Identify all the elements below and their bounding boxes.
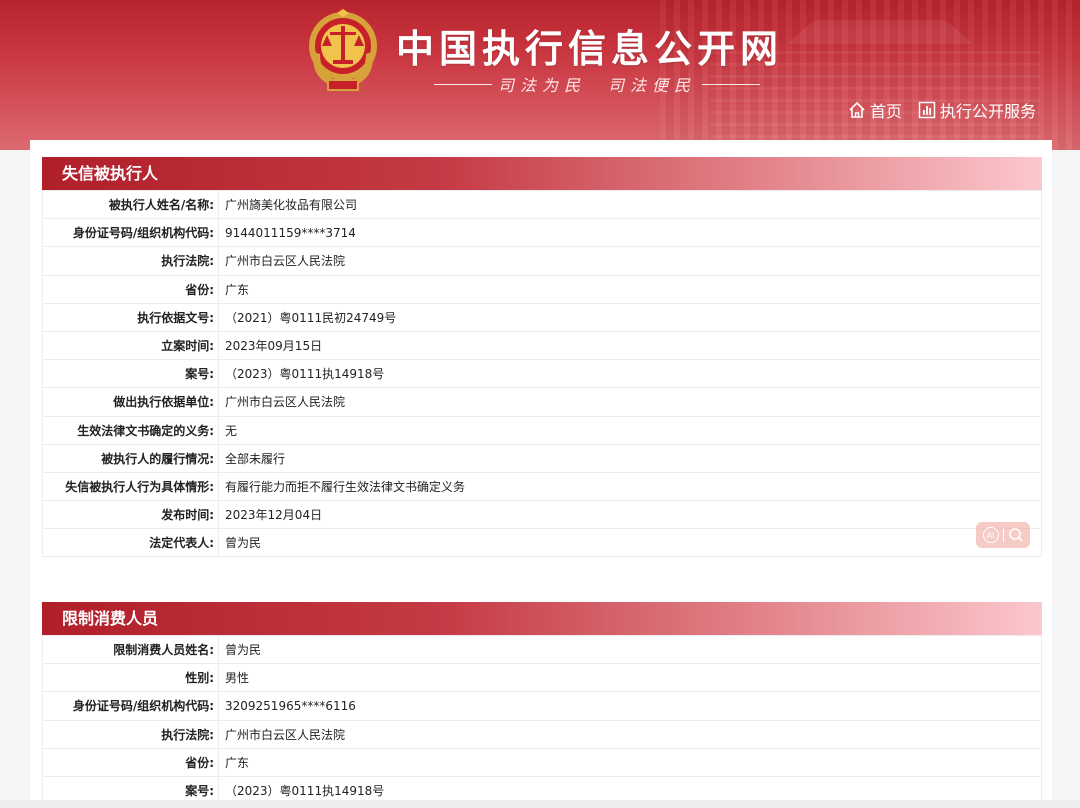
field-value: 广州旖美化妆品有限公司: [218, 189, 1042, 220]
field-value: 曾为民: [218, 528, 1042, 558]
field-label: 生效法律文书确定的义务:: [42, 415, 219, 445]
field-value: （2021）粤0111民初24749号: [218, 302, 1042, 332]
chart-icon: [918, 101, 936, 119]
field-label: 被执行人的履行情况:: [42, 443, 219, 473]
field-value: （2023）粤0111执14918号: [218, 359, 1042, 389]
field-value: 广东: [218, 274, 1042, 304]
home-icon: [849, 101, 865, 118]
site-header: 中国执行信息公开网 司法为民 司法便民 首页 执行公开服务: [0, 0, 1080, 150]
section-title: 限制消费人员: [42, 602, 1042, 635]
table-row: 被执行人的履行情况: 全部未履行: [42, 443, 1042, 473]
table-row: 身份证号码/组织机构代码: 9144011159****3714: [42, 218, 1042, 248]
field-value: 3209251965****6116: [218, 691, 1042, 721]
table-row: 案号: （2023）粤0111执14918号: [42, 359, 1042, 389]
table-row: 执行法院: 广州市白云区人民法院: [42, 246, 1042, 276]
table-row: 法定代表人: 曾为民: [42, 528, 1042, 558]
field-label: 身份证号码/组织机构代码:: [42, 691, 219, 721]
bottom-strip: [0, 800, 1080, 808]
table-row: 执行法院: 广州市白云区人民法院: [42, 719, 1042, 749]
site-title: 中国执行信息公开网: [396, 27, 784, 71]
table-row: 限制消费人员姓名: 曾为民: [42, 634, 1042, 665]
table-row: 省份: 广东: [42, 274, 1042, 304]
table-row: 失信被执行人行为具体情形: 有履行能力而拒不履行生效法律文书确定义务: [42, 471, 1042, 502]
table-row: 生效法律文书确定的义务: 无: [42, 415, 1042, 445]
table-row: 发布时间: 2023年12月04日: [42, 500, 1042, 530]
nav-enforcement-service[interactable]: 执行公开服务: [918, 98, 1036, 122]
slogan-divider: [434, 83, 492, 85]
field-value: 全部未履行: [218, 443, 1042, 473]
field-value: 广州市白云区人民法院: [218, 719, 1042, 749]
field-label: 失信被执行人行为具体情形:: [42, 471, 219, 502]
field-value: 广州市白云区人民法院: [218, 387, 1042, 417]
content-panel: 失信被执行人 被执行人姓名/名称: 广州旖美化妆品有限公司 身份证号码/组织机构代码…: [30, 140, 1052, 808]
field-label: 发布时间:: [42, 500, 219, 530]
table-row: 被执行人姓名/名称: 广州旖美化妆品有限公司: [42, 189, 1042, 220]
nav-home-label: 首页: [869, 102, 902, 121]
field-label: 做出执行依据单位:: [42, 387, 219, 417]
table-row: 省份: 广东: [42, 747, 1042, 777]
table-row: 做出执行依据单位: 广州市白云区人民法院: [42, 387, 1042, 417]
field-label: 执行法院:: [42, 246, 219, 276]
court-emblem-icon: [309, 9, 377, 91]
field-label: 立案时间:: [42, 330, 219, 361]
site-slogan: 司法为民 司法便民: [428, 72, 766, 96]
field-value: 有履行能力而拒不履行生效法律文书确定义务: [218, 471, 1042, 502]
field-value: 2023年09月15日: [218, 330, 1042, 361]
field-label: 法定代表人:: [42, 528, 219, 558]
dishonest-debtor-section: 失信被执行人 被执行人姓名/名称: 广州旖美化妆品有限公司 身份证号码/组织机构代码…: [42, 157, 1042, 558]
restricted-consumer-table: 限制消费人员姓名: 曾为民 性别: 男性 身份证号码/组织机构代码: 3209251965…: [42, 634, 1042, 806]
field-label: 被执行人姓名/名称:: [42, 189, 219, 220]
slogan-divider: [702, 83, 761, 85]
field-label: 省份:: [42, 274, 219, 304]
section-title: 失信被执行人: [42, 157, 1042, 190]
field-value: 9144011159****3714: [218, 218, 1042, 248]
field-label: 省份:: [42, 747, 219, 777]
ai-icon[interactable]: AI: [982, 527, 999, 543]
field-label: 身份证号码/组织机构代码:: [42, 218, 219, 248]
field-label: 执行依据文号:: [42, 302, 219, 332]
slogan-text: 司法为民 司法便民: [498, 76, 697, 95]
field-label: 性别:: [42, 663, 219, 693]
field-value: 2023年12月04日: [218, 500, 1042, 530]
top-nav: 首页 执行公开服务: [848, 98, 1036, 122]
restricted-consumer-section: 限制消费人员 限制消费人员姓名: 曾为民 性别: 男性 身份证号码/组织机构代码: 320…: [42, 602, 1042, 806]
nav-home[interactable]: 首页: [848, 98, 902, 122]
field-value: 男性: [218, 663, 1042, 693]
nav-service-label: 执行公开服务: [939, 102, 1036, 121]
table-row: 立案时间: 2023年09月15日: [42, 330, 1042, 361]
dishonest-debtor-table: 被执行人姓名/名称: 广州旖美化妆品有限公司 身份证号码/组织机构代码: 914401…: [42, 189, 1042, 558]
ai-search-badge[interactable]: AI: [976, 522, 1030, 548]
table-row: 身份证号码/组织机构代码: 3209251965****6116: [42, 691, 1042, 721]
field-label: 限制消费人员姓名:: [42, 634, 219, 665]
table-row: 性别: 男性: [42, 663, 1042, 693]
field-value: 广东: [218, 747, 1042, 777]
field-value: 无: [218, 415, 1042, 445]
field-value: 广州市白云区人民法院: [218, 246, 1042, 276]
field-label: 执行法院:: [42, 719, 219, 749]
search-icon[interactable]: [1008, 527, 1024, 543]
badge-divider: [1002, 528, 1004, 542]
field-value: 曾为民: [218, 634, 1042, 665]
table-row: 执行依据文号: （2021）粤0111民初24749号: [42, 302, 1042, 332]
field-label: 案号:: [42, 359, 219, 389]
